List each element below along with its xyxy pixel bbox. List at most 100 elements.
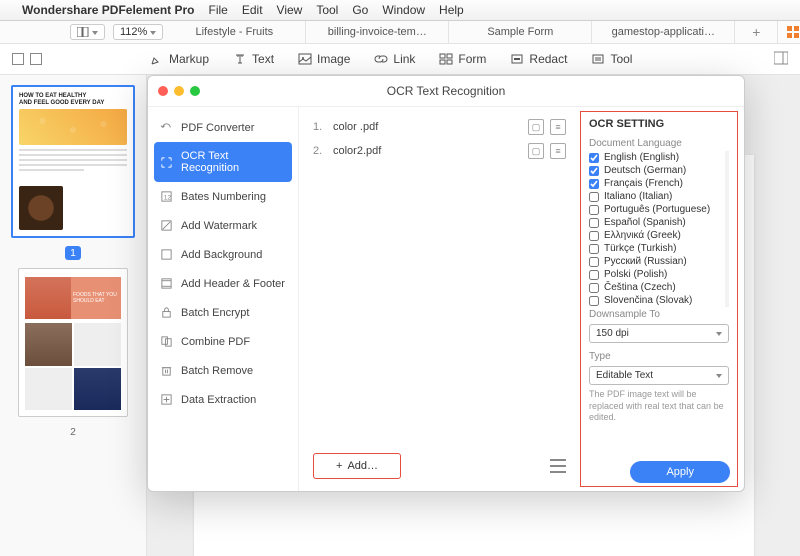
sidebar-item-bates[interactable]: 12Bates Numbering [148,182,298,211]
thumbnail-panel: HOW TO EAT HEALTHYAND FEEL GOOD EVERY DA… [0,75,147,556]
language-option[interactable]: Français (French) [589,177,723,190]
language-checkbox[interactable] [589,231,599,241]
thumbnail-grid-icon[interactable] [12,53,42,65]
language-checkbox[interactable] [589,192,599,202]
language-label: Ελληνικά (Greek) [604,230,681,241]
sidebar-item-ocr[interactable]: OCR Text Recognition [154,142,292,182]
language-checkbox[interactable] [589,166,599,176]
language-option[interactable]: Polski (Polish) [589,268,723,281]
language-checkbox[interactable] [589,296,599,306]
language-option[interactable]: Italiano (Italian) [589,190,723,203]
language-checkbox[interactable] [589,218,599,228]
language-option[interactable]: English (English) [589,151,723,164]
chevron-down-icon [150,26,156,38]
language-list[interactable]: English (English) Deutsch (German) Françai… [589,151,729,307]
language-label: Italiano (Italian) [604,191,672,202]
language-label: Português (Portuguese) [604,204,710,215]
sidebar-item-encrypt[interactable]: Batch Encrypt [148,298,298,327]
menu-edit[interactable]: Edit [242,3,263,17]
menu-go[interactable]: Go [352,3,368,17]
modal-sidebar: PDF Converter OCR Text Recognition 12Bat… [148,107,299,491]
language-option[interactable]: Русский (Russian) [589,255,723,268]
menu-help[interactable]: Help [439,3,464,17]
language-option[interactable]: Slovenčina (Slovak) [589,294,723,307]
language-label: Slovenčina (Slovak) [604,295,692,306]
ribbon-markup[interactable]: Markup [150,52,209,66]
type-label: Type [589,351,729,362]
language-checkbox[interactable] [589,205,599,215]
language-option[interactable]: Deutsch (German) [589,164,723,177]
ocr-modal: OCR Text Recognition PDF Converter OCR T… [147,75,745,492]
language-checkbox[interactable] [589,244,599,254]
svg-text:12: 12 [164,194,172,201]
sidebar-item-extract[interactable]: Data Extraction [148,385,298,414]
file-preview-icon[interactable]: ▢ [528,143,544,159]
sidebar-item-remove[interactable]: Batch Remove [148,356,298,385]
tab-gamestop[interactable]: gamestop-applicati… [592,21,735,43]
window-toolbar: 112% Lifestyle - Fruits billing-invoice-… [0,21,800,44]
file-list-panel: 1. color .pdf ▢ ≡ 2. color2.pdf ▢ ≡ [299,107,580,491]
ribbon-tool[interactable]: Tool [591,52,632,66]
sidebar-item-watermark[interactable]: Add Watermark [148,211,298,240]
language-checkbox[interactable] [589,257,599,267]
new-tab-button[interactable]: + [735,21,778,43]
page-thumbnail-1[interactable]: HOW TO EAT HEALTHYAND FEEL GOOD EVERY DA… [11,85,135,238]
language-label: English (English) [604,152,679,163]
view-mode-select[interactable] [70,24,105,40]
plus-icon: + [336,460,342,472]
sidebar-item-background[interactable]: Add Background [148,240,298,269]
apply-button[interactable]: Apply [630,461,730,483]
zoom-select[interactable]: 112% [113,24,163,40]
file-settings-icon[interactable]: ≡ [550,119,566,135]
language-checkbox[interactable] [589,179,599,189]
ocr-settings-panel: OCR SETTING Document Language English (E… [580,111,738,487]
document-viewport[interactable]: FOODS THAT YOU SHOULDAVOID OR EAT IN A L… [147,75,800,556]
apps-icon[interactable] [786,25,800,39]
menu-view[interactable]: View [277,3,303,17]
language-checkbox[interactable] [589,283,599,293]
language-label: Deutsch (German) [604,165,686,176]
chevron-down-icon [92,26,98,38]
ribbon-toolbar: Markup Text Image Link Form Redact Tool [0,44,800,75]
tab-sample[interactable]: Sample Form [449,21,592,43]
sidebar-item-combine[interactable]: Combine PDF [148,327,298,356]
app-name[interactable]: Wondershare PDFelement Pro [22,3,195,17]
language-label: Español (Spanish) [604,217,686,228]
language-checkbox[interactable] [589,153,599,163]
menu-tool[interactable]: Tool [316,3,338,17]
language-option[interactable]: Čeština (Czech) [589,281,723,294]
downsample-label: Downsample To [589,309,729,320]
language-label: Polski (Polish) [604,269,667,280]
page-thumbnail-2[interactable]: FOODS THAT YOU SHOULD EAT [18,268,128,417]
ribbon-text[interactable]: Text [233,52,274,66]
page-number-2: 2 [65,425,81,439]
list-menu-icon[interactable] [550,459,566,473]
file-name: color2.pdf [333,145,522,157]
chevron-down-icon [716,328,722,339]
ribbon-form[interactable]: Form [439,52,486,66]
language-option[interactable]: Português (Portuguese) [589,203,723,216]
menu-file[interactable]: File [209,3,228,17]
sidebar-item-pdf-converter[interactable]: PDF Converter [148,113,298,142]
file-preview-icon[interactable]: ▢ [528,119,544,135]
downsample-select[interactable]: 150 dpi [589,324,729,343]
add-file-button[interactable]: + Add… [313,453,401,479]
tab-billing[interactable]: billing-invoice-tem… [306,21,449,43]
tab-lifestyle[interactable]: Lifestyle - Fruits [163,21,306,43]
language-label: Français (French) [604,178,683,189]
language-option[interactable]: Türkçe (Turkish) [589,242,723,255]
language-label: Türkçe (Turkish) [604,243,676,254]
modal-title: OCR Text Recognition [148,84,744,98]
language-option[interactable]: Español (Spanish) [589,216,723,229]
file-settings-icon[interactable]: ≡ [550,143,566,159]
language-option[interactable]: Ελληνικά (Greek) [589,229,723,242]
type-select[interactable]: Editable Text [589,366,729,385]
document-tabs: Lifestyle - Fruits billing-invoice-tem… … [163,21,778,43]
language-checkbox[interactable] [589,270,599,280]
ribbon-image[interactable]: Image [298,52,350,66]
ribbon-redact[interactable]: Redact [510,52,567,66]
ribbon-link[interactable]: Link [374,52,415,66]
menu-window[interactable]: Window [382,3,425,17]
panel-toggle-icon[interactable] [774,51,788,68]
sidebar-item-header-footer[interactable]: Add Header & Footer [148,269,298,298]
